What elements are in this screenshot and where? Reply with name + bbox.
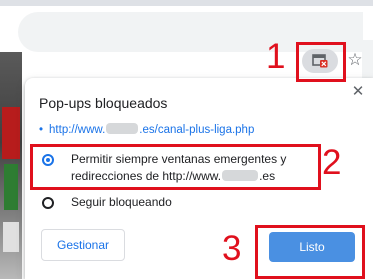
annotation-number-1: 1 — [266, 37, 286, 76]
page-image-fragment — [4, 164, 18, 210]
dialog-title: Pop-ups bloqueados — [39, 95, 168, 111]
page-image-fragment — [2, 107, 20, 159]
redacted-domain — [106, 123, 139, 134]
annotation-number-3: 3 — [222, 229, 242, 268]
close-icon[interactable]: ✕ — [347, 80, 369, 102]
star-icon[interactable]: ☆ — [343, 46, 367, 74]
blocked-url-suffix: .es/canal-plus-liga.php — [139, 124, 255, 136]
blocked-url-prefix: http://www. — [49, 124, 106, 136]
bullet: • — [39, 124, 44, 136]
keep-blocking-label[interactable]: Seguir bloqueando — [71, 195, 172, 209]
page-background — [0, 52, 22, 279]
blocked-popup-link[interactable]: • http://www. .es/canal-plus-liga.php — [39, 123, 254, 136]
manage-button[interactable]: Gestionar — [41, 229, 125, 261]
annotation-number-2: 2 — [322, 143, 342, 182]
tab-strip — [0, 0, 373, 6]
annotation-box-1 — [296, 42, 346, 82]
annotation-box-3 — [255, 225, 365, 279]
annotation-box-2 — [30, 144, 321, 190]
page-image-fragment — [3, 222, 19, 252]
keep-blocking-radio[interactable] — [42, 197, 54, 209]
